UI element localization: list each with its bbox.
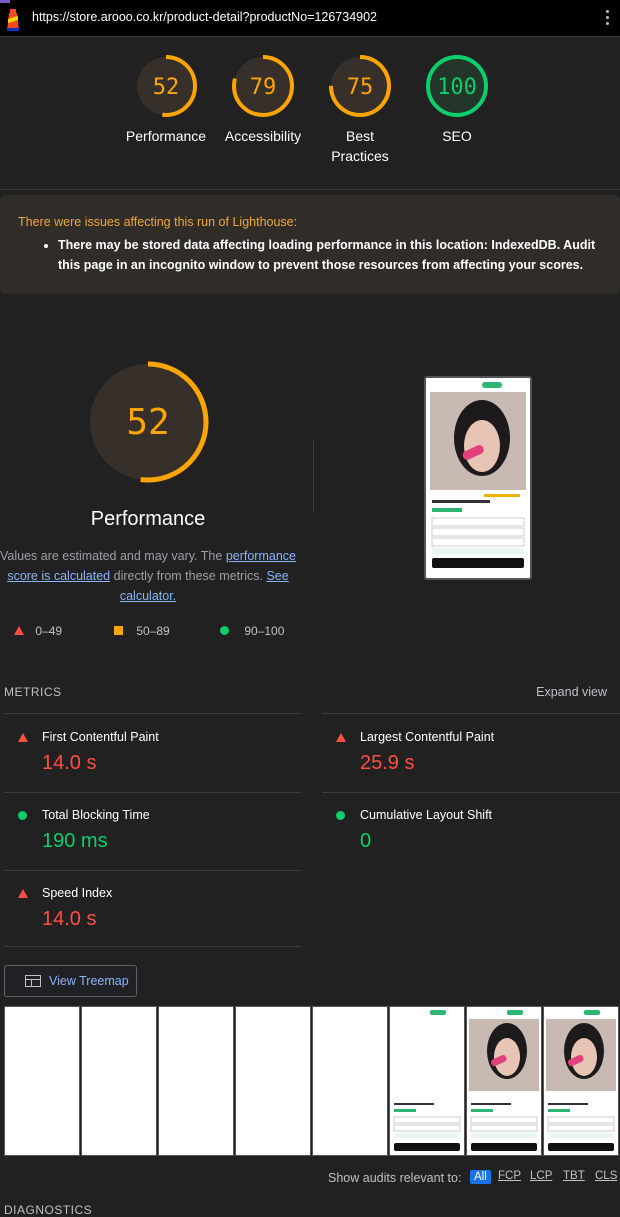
gauge-label-line: Practices xyxy=(331,148,389,164)
performance-score: 52 xyxy=(126,402,169,443)
divider xyxy=(322,713,620,714)
performance-title: Performance xyxy=(90,508,206,530)
fail-icon xyxy=(18,889,28,898)
expand-view-toggle[interactable]: Expand view xyxy=(536,685,607,699)
gauge-label: Best Practices xyxy=(310,126,410,166)
filter-chip-tbt[interactable]: TBT xyxy=(563,1170,585,1182)
warning-title: There were issues affecting this run of … xyxy=(18,215,298,229)
performance-gauge: 52 xyxy=(87,361,209,483)
gauge-ring: 75 xyxy=(329,55,391,117)
frame-thumbnail xyxy=(467,1007,541,1155)
lighthouse-icon xyxy=(7,9,19,31)
fail-icon xyxy=(336,733,346,742)
gauge-score: 79 xyxy=(250,75,277,100)
legend-label: 50–89 xyxy=(136,624,170,638)
filmstrip-frame xyxy=(466,1006,542,1156)
filter-chip-cls[interactable]: CLS xyxy=(595,1170,617,1182)
triangle-icon xyxy=(14,626,24,635)
metric-title: Speed Index xyxy=(42,886,113,900)
legend-pass: 90–100 xyxy=(220,624,284,638)
view-treemap-button[interactable]: View Treemap xyxy=(4,965,137,997)
gauge-ring: 100 xyxy=(426,55,488,117)
gauge-label: Accessibility xyxy=(224,128,302,144)
filmstrip-frame xyxy=(81,1006,157,1156)
treemap-label: View Treemap xyxy=(49,974,129,988)
legend-average: 50–89 xyxy=(114,624,170,638)
filmstrip-frame xyxy=(312,1006,388,1156)
page-thumbnail xyxy=(426,378,530,578)
gauge-performance[interactable]: 52 Performance xyxy=(116,54,216,146)
metric-title: Largest Contentful Paint xyxy=(360,730,495,744)
divider xyxy=(4,946,301,947)
circle-icon xyxy=(220,626,229,635)
filter-chip-lcp[interactable]: LCP xyxy=(530,1170,552,1182)
warning-item: There may be stored data affecting loadi… xyxy=(58,235,618,275)
gauge-accessibility[interactable]: 79 Accessibility xyxy=(213,54,313,146)
gauge-label-line: Best xyxy=(345,128,374,144)
description-text: directly from these metrics. xyxy=(110,569,267,583)
filmstrip-frame xyxy=(158,1006,234,1156)
description-text: Values are estimated and may vary. The xyxy=(0,549,226,563)
gauge-seo[interactable]: 100 SEO xyxy=(407,54,507,146)
warning-box: There were issues affecting this run of … xyxy=(0,195,620,294)
metrics-heading: METRICS xyxy=(4,685,62,699)
gauge-label: SEO xyxy=(442,128,472,144)
filter-chip-all[interactable]: All xyxy=(470,1170,491,1184)
gauge-best-practices[interactable]: 75 Best Practices xyxy=(310,54,410,166)
window-accent xyxy=(0,0,10,3)
pass-icon xyxy=(18,811,27,820)
gauge-score: 75 xyxy=(347,75,374,100)
metric-value: 14.0 s xyxy=(42,908,97,930)
warning-list: There may be stored data affecting loadi… xyxy=(40,235,618,275)
treemap-icon xyxy=(25,975,41,987)
divider xyxy=(4,870,301,871)
frame-thumbnail xyxy=(390,1007,464,1155)
filter-chip-fcp[interactable]: FCP xyxy=(498,1170,521,1182)
metric-title: Cumulative Layout Shift xyxy=(360,808,493,822)
gauge-label: Performance xyxy=(125,128,207,144)
legend-fail: 0–49 xyxy=(14,624,62,638)
legend-label: 0–49 xyxy=(35,624,63,638)
browser-url-bar: https://store.arooo.co.kr/product-detail… xyxy=(0,0,620,37)
square-icon xyxy=(114,626,123,635)
more-options-icon[interactable] xyxy=(606,10,610,28)
metric-value: 190 ms xyxy=(42,830,108,852)
divider xyxy=(4,792,301,793)
metric-value: 0 xyxy=(360,830,372,852)
gauge-score: 52 xyxy=(153,75,180,100)
gauge-ring: 52 xyxy=(135,55,197,117)
divider xyxy=(322,792,620,793)
divider xyxy=(4,713,301,714)
performance-description: Values are estimated and may vary. The p… xyxy=(0,546,296,606)
filmstrip xyxy=(4,1006,620,1156)
filmstrip-frame xyxy=(389,1006,465,1156)
metric-title: Total Blocking Time xyxy=(42,808,150,822)
metric-value: 14.0 s xyxy=(42,752,97,774)
filmstrip-frame xyxy=(235,1006,311,1156)
pass-icon xyxy=(336,811,345,820)
audits-filter-label: Show audits relevant to: xyxy=(328,1171,462,1185)
url-text[interactable]: https://store.arooo.co.kr/product-detail… xyxy=(32,10,377,24)
frame-thumbnail xyxy=(544,1007,618,1155)
gauge-ring: 79 xyxy=(232,55,294,117)
metric-title: First Contentful Paint xyxy=(42,730,159,744)
gauge-score: 100 xyxy=(437,75,477,100)
fail-icon xyxy=(18,733,28,742)
filmstrip-frame xyxy=(4,1006,80,1156)
metric-value: 25.9 s xyxy=(360,752,415,774)
final-screenshot[interactable] xyxy=(424,376,532,580)
vertical-divider xyxy=(313,440,314,512)
divider xyxy=(0,189,620,190)
filmstrip-frame xyxy=(543,1006,619,1156)
legend-label: 90–100 xyxy=(244,624,285,638)
